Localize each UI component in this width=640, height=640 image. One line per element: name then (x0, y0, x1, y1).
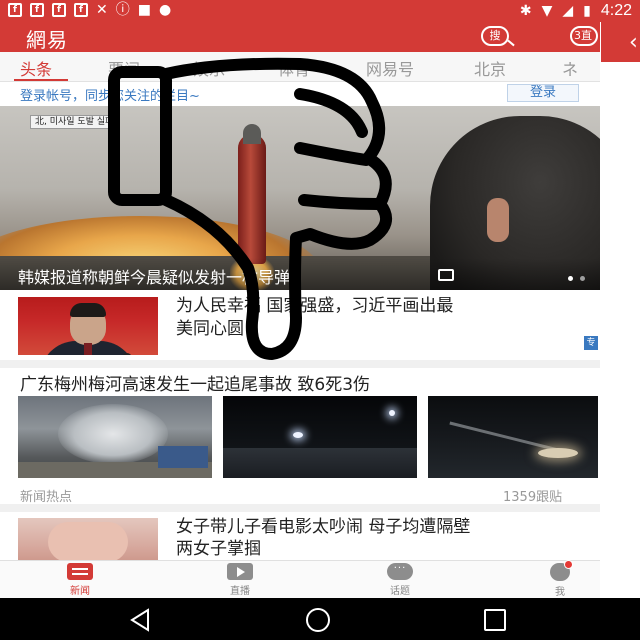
news-source: 新闻热点 (20, 490, 73, 505)
topic-badge: 专 (584, 336, 598, 350)
notification-dot (564, 560, 573, 569)
comment-count[interactable]: 1359跟贴 (503, 486, 562, 505)
tab-more[interactable]: ネ (562, 56, 578, 80)
nav-label: 直播 (230, 586, 250, 597)
side-panel[interactable]: ‹ (600, 22, 640, 62)
thumb-figure-hair (70, 303, 106, 317)
photo-thumbnail (428, 396, 598, 478)
active-tab-indicator (14, 79, 68, 81)
news-item[interactable]: 女子带儿子看电影太吵闹 母子均遭隔壁 两女子掌掴 (0, 512, 600, 560)
news-thumbnail (18, 518, 158, 560)
headlight (538, 448, 578, 458)
tab-beijing[interactable]: 北京 (474, 56, 506, 80)
viewer-ear (487, 198, 509, 242)
headlight (293, 432, 303, 438)
system-nav-bar (0, 598, 640, 640)
news-title-line: 女子带儿子看电影太吵闹 母子均遭隔壁 (176, 517, 471, 537)
missile-tip (243, 124, 261, 144)
divider (0, 504, 600, 512)
tab-netease-account[interactable]: 网易号 (366, 56, 414, 80)
android-icon: ● (158, 2, 172, 18)
tab-headlines[interactable]: 头条 (20, 56, 52, 80)
facebook-icon: f (30, 3, 44, 17)
live-top-button[interactable]: 3直 (570, 26, 598, 46)
photo-smoke (58, 404, 168, 464)
carousel-dot-active (568, 276, 573, 281)
search-icon (507, 39, 515, 47)
thumb-figure-tie (84, 343, 92, 355)
app-logo: 網易 (26, 28, 68, 52)
bluetooth-icon: ✱ (519, 2, 532, 19)
signal-icon: ◢ (562, 2, 574, 19)
photo-road (223, 448, 417, 478)
lock-icon: ■ (137, 2, 151, 18)
app-header: 網易 搜 3直 (0, 22, 640, 52)
profile-icon (550, 560, 573, 581)
news-title-line: 两女子掌掴 (176, 539, 261, 559)
photo-set-title: 广东梅州梅河高速发生一起追尾事故 致6死3伤 (20, 375, 371, 395)
recents-icon[interactable] (484, 609, 506, 631)
news-title-line: 美同心圆 (176, 319, 244, 339)
hero-carousel[interactable]: 北, 미사일 도발 실패 韩媒报道称朝鲜今晨疑似发射一枚导弹 (0, 106, 600, 290)
login-button[interactable]: 登录 (507, 84, 579, 102)
photo-thumbnail (18, 396, 212, 478)
photo-thumbnail (223, 396, 417, 478)
nav-news[interactable]: 新闻 (40, 563, 120, 597)
home-icon[interactable] (306, 608, 330, 632)
facebook-icon: f (52, 3, 66, 17)
login-banner: 登录帐号，同步您关注的栏目~ 登录 (0, 82, 600, 104)
street-light (389, 410, 395, 416)
nav-topics[interactable]: ··· 话题 (360, 563, 440, 597)
clock: 4:22 (600, 2, 632, 19)
thumb-face (48, 522, 128, 560)
battery-icon: ▮ (583, 2, 591, 19)
chat-icon: ··· (387, 563, 413, 580)
nav-live[interactable]: 直播 (200, 563, 280, 597)
back-icon[interactable] (128, 608, 152, 632)
alert-icon: ⓘ (115, 2, 130, 18)
nav-me[interactable]: 我 (520, 560, 600, 598)
search-button[interactable]: 搜 (481, 26, 509, 46)
facebook-icon: f (8, 3, 22, 17)
facebook-icon: f (74, 3, 88, 17)
channel-tabs: 头条 要闻 娱乐 体育 网易号 北京 ネ (0, 52, 600, 82)
hero-caption: 韩媒报道称朝鲜今晨疑似发射一枚导弹 (18, 268, 291, 287)
news-icon (67, 563, 93, 580)
tools-icon: ✕ (96, 2, 108, 18)
nav-label: 我 (555, 587, 565, 598)
back-arrow-icon: ‹ (629, 30, 638, 55)
bottom-nav: 新闻 直播 ··· 话题 我 (0, 560, 600, 598)
news-title-line: 为人民幸福 国家强盛，习近平画出最 (176, 296, 454, 316)
news-item[interactable]: 为人民幸福 国家强盛，习近平画出最 美同心圆 (0, 290, 600, 360)
wifi-icon: ▼ (541, 2, 553, 19)
missile (238, 134, 266, 264)
carousel-dot (580, 276, 585, 281)
thumb-microphone (122, 353, 132, 355)
photo-truck (158, 446, 208, 468)
right-gutter (600, 62, 640, 598)
news-ticker: 北, 미사일 도발 실패 (30, 115, 119, 129)
news-thumbnail (18, 297, 158, 355)
login-prompt: 登录帐号，同步您关注的栏目~ (20, 89, 200, 104)
gallery-icon (438, 269, 454, 281)
nav-label: 话题 (390, 586, 410, 597)
tab-entertainment[interactable]: 娱乐 (193, 56, 225, 80)
tab-sports[interactable]: 体育 (278, 56, 310, 80)
play-icon (227, 563, 253, 580)
notification-icons: f f f f ✕ ⓘ ■ ● (8, 3, 171, 18)
nav-label: 新闻 (70, 586, 90, 597)
tab-news[interactable]: 要闻 (108, 56, 140, 80)
divider (0, 360, 600, 368)
status-bar: f f f f ✕ ⓘ ■ ● ✱ ▼ ◢ ▮ 4:22 (0, 0, 640, 22)
